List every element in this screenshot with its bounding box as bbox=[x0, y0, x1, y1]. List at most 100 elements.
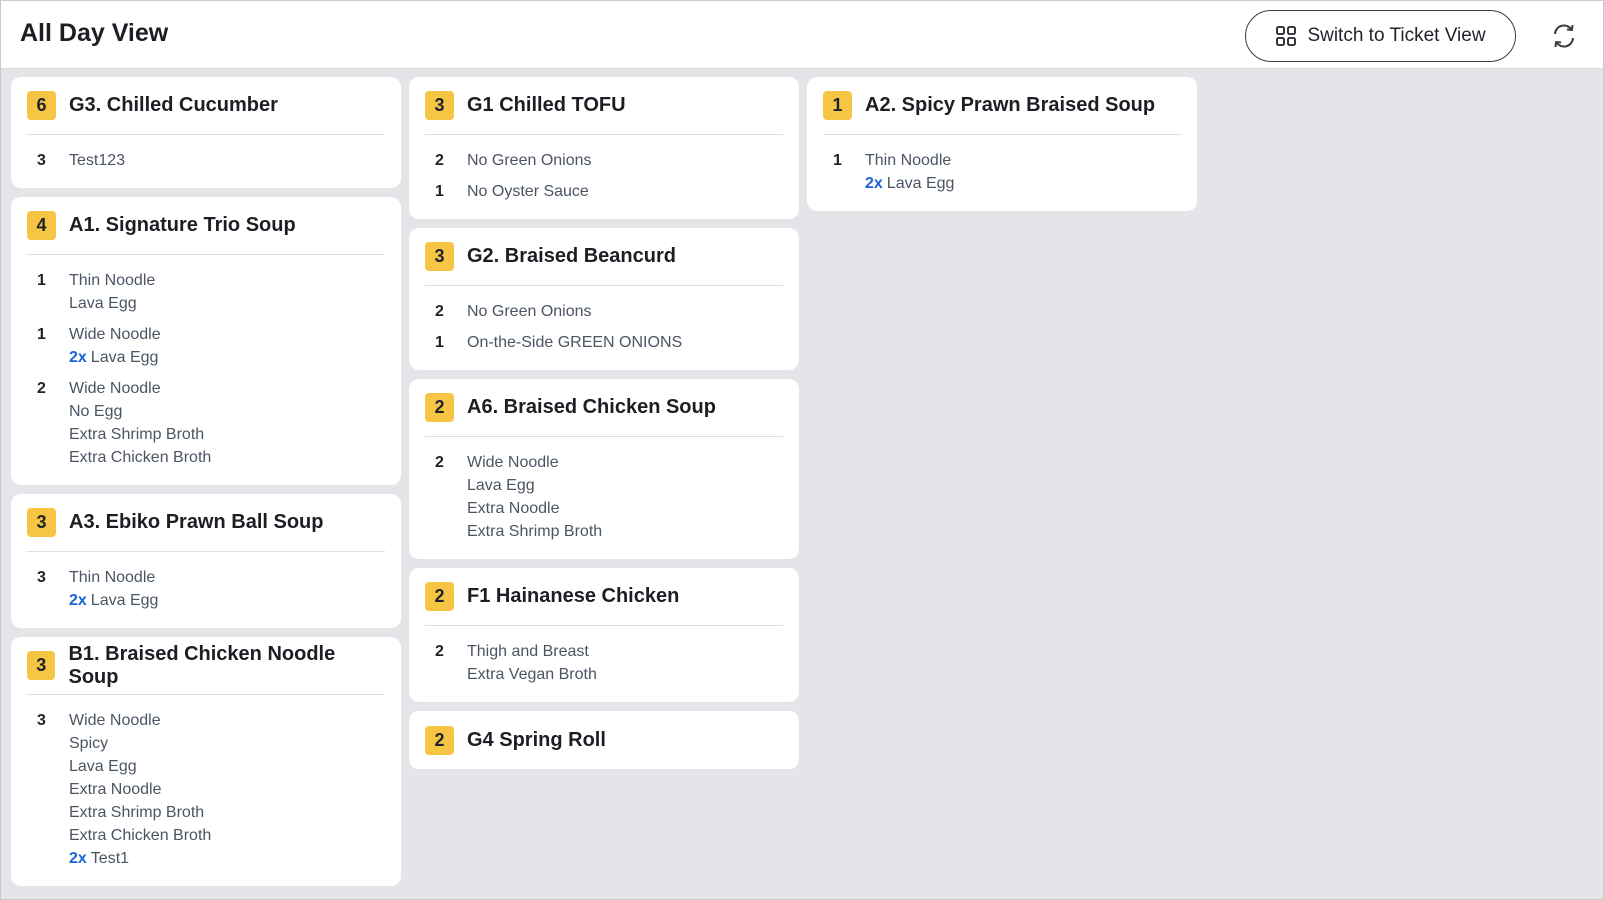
modifier-list: 2 No Green Onions 1 No Oyster Sauce bbox=[425, 135, 783, 219]
modifier-text: Extra Chicken Broth bbox=[69, 449, 212, 466]
modifier-line: Test123 bbox=[69, 149, 125, 172]
modifier-multiplier: 2x bbox=[69, 850, 87, 867]
modifier-text: No Oyster Sauce bbox=[467, 183, 589, 200]
item-card[interactable]: 3 A3. Ebiko Prawn Ball Soup 3 Thin Noodle 2x… bbox=[11, 494, 401, 628]
modifier-group: 1 No Oyster Sauce bbox=[425, 177, 783, 208]
modifier-text: Spicy bbox=[69, 735, 109, 752]
item-name: A6. Braised Chicken Soup bbox=[467, 396, 716, 418]
item-card-header: 6 G3. Chilled Cucumber bbox=[27, 77, 385, 135]
modifier-group: 3 Thin Noodle 2x Lava Egg bbox=[27, 563, 385, 617]
item-quantity-badge: 3 bbox=[425, 242, 454, 271]
item-card-header: 3 G1 Chilled TOFU bbox=[425, 77, 783, 135]
modifier-group-quantity: 2 bbox=[435, 643, 444, 660]
modifier-line: On-the-Side GREEN ONIONS bbox=[467, 331, 682, 354]
switch-to-ticket-view-button[interactable]: Switch to Ticket View bbox=[1245, 10, 1516, 62]
modifier-text: Wide Noodle bbox=[69, 712, 161, 729]
item-name: F1 Hainanese Chicken bbox=[467, 585, 680, 607]
modifier-lines: Wide Noodle No Egg Extra Shrimp Broth Extra… bbox=[69, 377, 211, 469]
modifier-line: Lava Egg bbox=[69, 292, 155, 315]
item-quantity-badge: 4 bbox=[27, 211, 56, 240]
item-card[interactable]: 3 G2. Braised Beancurd 2 No Green Onions 1 On… bbox=[409, 228, 799, 370]
modifier-lines: No Green Onions bbox=[467, 300, 592, 323]
item-quantity-badge: 3 bbox=[27, 651, 56, 680]
item-name: G4 Spring Roll bbox=[467, 728, 606, 751]
item-name: G3. Chilled Cucumber bbox=[69, 94, 278, 116]
item-quantity-badge: 1 bbox=[823, 91, 852, 120]
modifier-group-quantity: 1 bbox=[435, 334, 444, 351]
item-card[interactable]: 2 G4 Spring Roll bbox=[409, 711, 799, 769]
modifier-line: 2x Test1 bbox=[69, 847, 211, 870]
switch-button-label: Switch to Ticket View bbox=[1307, 25, 1486, 46]
modifier-text: Lava Egg bbox=[886, 175, 955, 192]
modifier-text: Lava Egg bbox=[467, 477, 535, 494]
modifier-text: Lava Egg bbox=[69, 295, 137, 312]
modifier-list: 3 Thin Noodle 2x Lava Egg bbox=[27, 552, 385, 628]
item-quantity-badge: 3 bbox=[27, 508, 56, 537]
modifier-group: 2 No Green Onions bbox=[425, 297, 783, 328]
modifier-group: 2 Wide Noodle Lava Egg Extra Noodle Extra Sh… bbox=[425, 448, 783, 548]
modifier-list: 3 Wide Noodle Spicy Lava Egg Extra Noodle Ext… bbox=[27, 695, 385, 886]
modifier-group-quantity: 1 bbox=[37, 272, 46, 289]
modifier-line: Thin Noodle bbox=[69, 269, 155, 292]
modifier-line: Extra Vegan Broth bbox=[467, 663, 597, 686]
modifier-text: Extra Shrimp Broth bbox=[69, 804, 205, 821]
item-card[interactable]: 4 A1. Signature Trio Soup 1 Thin Noodle Lava… bbox=[11, 197, 401, 485]
column-1: 6 G3. Chilled Cucumber 3 Test123 4 A1. Signat… bbox=[11, 77, 401, 895]
modifier-text: Test1 bbox=[90, 850, 130, 867]
modifier-text: No Green Onions bbox=[467, 303, 592, 320]
modifier-group-quantity: 2 bbox=[37, 380, 46, 397]
item-card[interactable]: 2 F1 Hainanese Chicken 2 Thigh and Breast Ex… bbox=[409, 568, 799, 702]
modifier-group: 3 Test123 bbox=[27, 146, 385, 177]
modifier-line: Extra Shrimp Broth bbox=[69, 423, 211, 446]
item-card[interactable]: 3 B1. Braised Chicken Noodle Soup 3 Wide No… bbox=[11, 637, 401, 886]
item-card-header: 3 B1. Braised Chicken Noodle Soup bbox=[27, 637, 385, 695]
item-card-header: 1 A2. Spicy Prawn Braised Soup bbox=[823, 77, 1181, 135]
item-quantity-badge: 2 bbox=[425, 582, 454, 611]
modifier-group: 2 Wide Noodle No Egg Extra Shrimp Broth Extr… bbox=[27, 374, 385, 474]
modifier-line: Wide Noodle bbox=[69, 323, 161, 346]
modifier-group-quantity: 2 bbox=[435, 303, 444, 320]
modifier-line: Wide Noodle bbox=[467, 451, 602, 474]
modifier-lines: Thigh and Breast Extra Vegan Broth bbox=[467, 640, 597, 686]
modifier-lines: Test123 bbox=[69, 149, 125, 172]
modifier-group-quantity: 3 bbox=[37, 152, 46, 169]
modifier-text: Thin Noodle bbox=[865, 152, 952, 169]
modifier-text: Thigh and Breast bbox=[467, 643, 589, 660]
modifier-list: 2 No Green Onions 1 On-the-Side GREEN ONION… bbox=[425, 286, 783, 370]
item-card[interactable]: 1 A2. Spicy Prawn Braised Soup 1 Thin Noodl… bbox=[807, 77, 1197, 211]
item-card-header: 3 G2. Braised Beancurd bbox=[425, 228, 783, 286]
item-quantity-badge: 3 bbox=[425, 91, 454, 120]
item-card[interactable]: 6 G3. Chilled Cucumber 3 Test123 bbox=[11, 77, 401, 188]
modifier-line: Extra Chicken Broth bbox=[69, 446, 211, 469]
modifier-line: Spicy bbox=[69, 732, 211, 755]
modifier-line: Extra Noodle bbox=[69, 778, 211, 801]
modifier-text: Extra Noodle bbox=[69, 781, 162, 798]
modifier-lines: On-the-Side GREEN ONIONS bbox=[467, 331, 682, 354]
modifier-line: No Green Onions bbox=[467, 149, 592, 172]
modifier-list: 2 Wide Noodle Lava Egg Extra Noodle Extra Sh… bbox=[425, 437, 783, 559]
modifier-list: 1 Thin Noodle Lava Egg 1 Wide Noodle 2x Lava E… bbox=[27, 255, 385, 485]
item-card[interactable]: 3 G1 Chilled TOFU 2 No Green Onions 1 No Oyst… bbox=[409, 77, 799, 219]
modifier-group-quantity: 1 bbox=[833, 152, 842, 169]
item-card-header: 2 F1 Hainanese Chicken bbox=[425, 568, 783, 626]
modifier-multiplier: 2x bbox=[865, 175, 883, 192]
refresh-icon bbox=[1554, 24, 1574, 48]
modifier-line: Thin Noodle bbox=[69, 566, 158, 589]
modifier-line: Extra Shrimp Broth bbox=[467, 520, 602, 543]
modifier-line: Wide Noodle bbox=[69, 709, 211, 732]
modifier-line: No Egg bbox=[69, 400, 211, 423]
item-name: A1. Signature Trio Soup bbox=[69, 214, 296, 236]
item-name: G1 Chilled TOFU bbox=[467, 94, 626, 116]
modifier-text: Thin Noodle bbox=[69, 569, 156, 586]
item-quantity-badge: 2 bbox=[425, 393, 454, 422]
modifier-line: 2x Lava Egg bbox=[69, 346, 161, 369]
modifier-group: 2 No Green Onions bbox=[425, 146, 783, 177]
modifier-text: No Egg bbox=[69, 403, 123, 420]
modifier-group-quantity: 2 bbox=[435, 454, 444, 471]
modifier-group: 1 Thin Noodle 2x Lava Egg bbox=[823, 146, 1181, 200]
item-card[interactable]: 2 A6. Braised Chicken Soup 2 Wide Noodle Lav… bbox=[409, 379, 799, 559]
item-card-header: 2 A6. Braised Chicken Soup bbox=[425, 379, 783, 437]
modifier-line: Extra Shrimp Broth bbox=[69, 801, 211, 824]
refresh-button[interactable] bbox=[1547, 19, 1581, 53]
modifier-text: Extra Chicken Broth bbox=[69, 827, 212, 844]
